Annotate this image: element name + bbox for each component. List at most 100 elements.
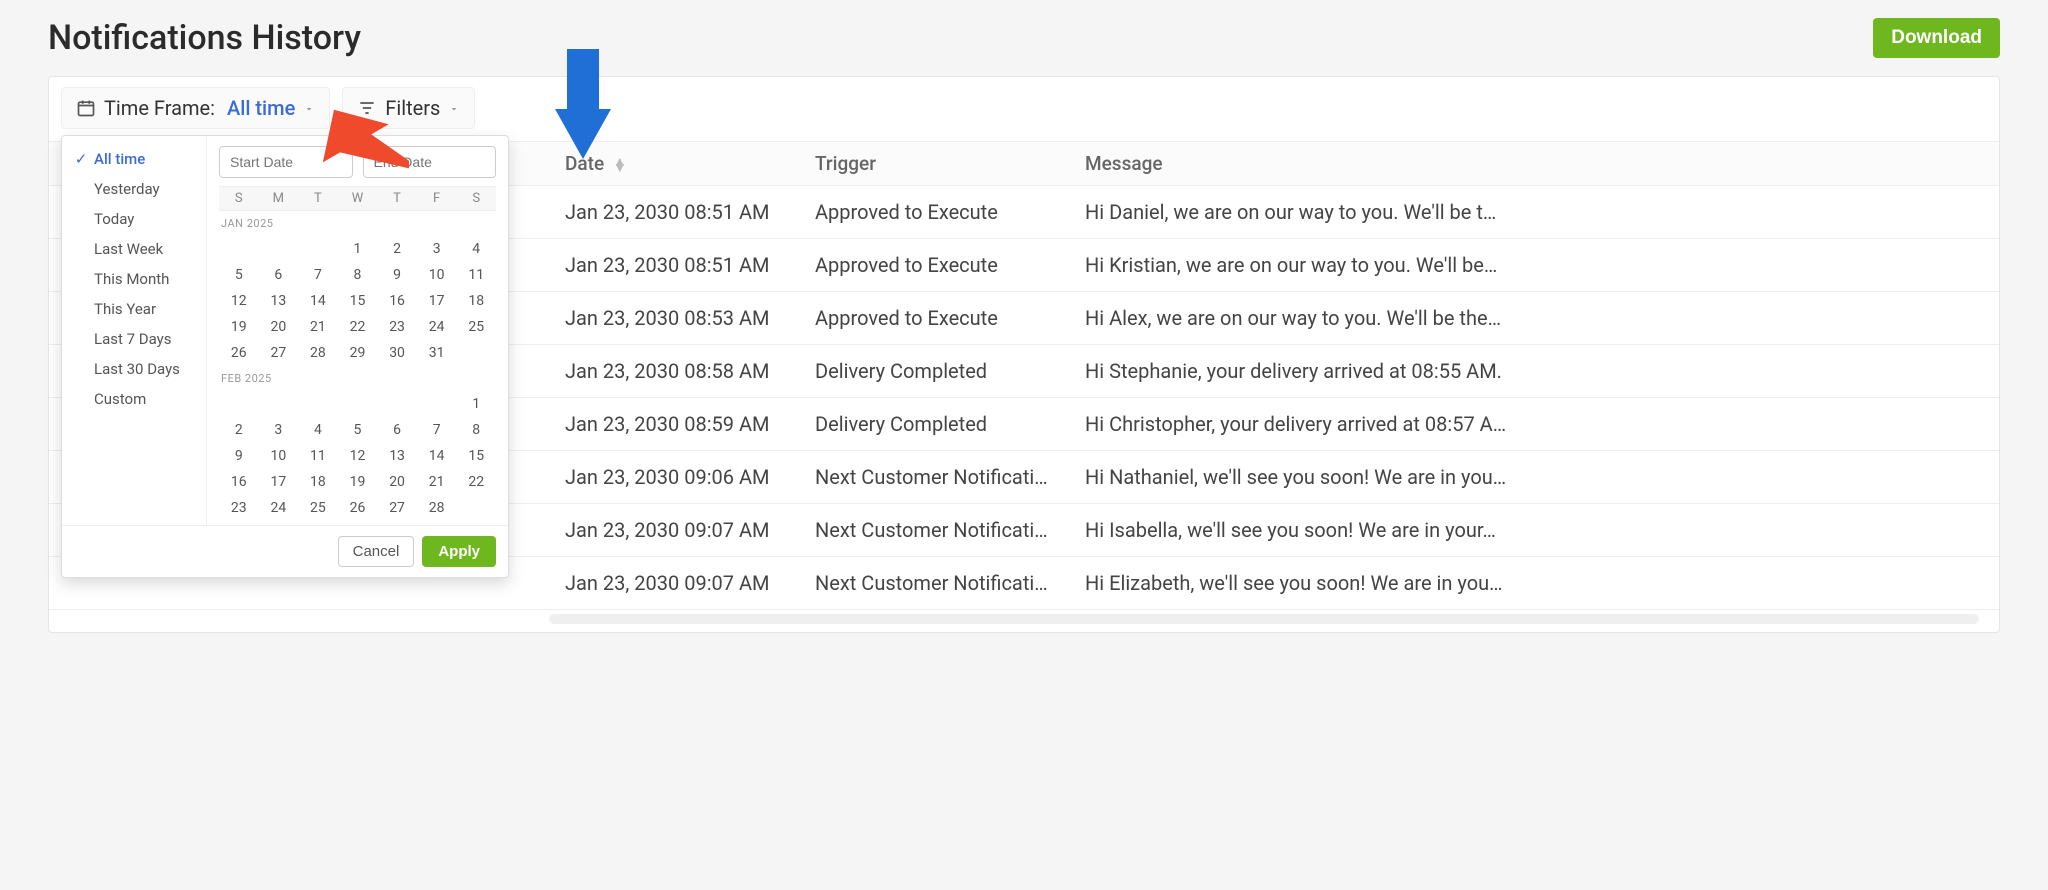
calendar-day[interactable]: 10 bbox=[417, 262, 457, 288]
timeframe-value: All time bbox=[227, 96, 295, 120]
calendar-day[interactable]: 30 bbox=[377, 340, 417, 366]
preset-item[interactable]: Last Week bbox=[62, 234, 206, 264]
preset-label: Last 30 Days bbox=[94, 360, 180, 378]
calendar-day[interactable]: 24 bbox=[259, 495, 299, 521]
calendar-icon bbox=[76, 98, 96, 118]
notifications-card: Time Frame: All time Filters bbox=[48, 76, 2000, 633]
month1-label: JAN 2025 bbox=[219, 211, 496, 236]
calendar-day[interactable]: 10 bbox=[259, 443, 299, 469]
calendar-day[interactable]: 3 bbox=[259, 417, 299, 443]
start-date-input[interactable] bbox=[219, 146, 353, 178]
calendar-day[interactable]: 2 bbox=[219, 417, 259, 443]
calendar-day[interactable]: 6 bbox=[377, 417, 417, 443]
calendar-day[interactable]: 7 bbox=[298, 262, 338, 288]
calendar-day[interactable]: 9 bbox=[219, 443, 259, 469]
calendar-day[interactable]: 1 bbox=[456, 391, 496, 417]
col-date-header[interactable]: Date ▲▼ bbox=[549, 142, 799, 186]
download-button[interactable]: Download bbox=[1873, 18, 2000, 58]
calendar-day[interactable]: 28 bbox=[417, 495, 457, 521]
filters-label: Filters bbox=[385, 96, 440, 120]
horizontal-scrollbar[interactable] bbox=[549, 614, 1979, 624]
calendar-day[interactable]: 13 bbox=[259, 288, 299, 314]
end-date-input[interactable] bbox=[363, 146, 497, 178]
timeframe-chip[interactable]: Time Frame: All time bbox=[61, 87, 330, 129]
cell-date: Jan 23, 2030 08:59 AM bbox=[549, 398, 799, 451]
calendar-day[interactable]: 23 bbox=[219, 495, 259, 521]
calendar-day[interactable]: 13 bbox=[377, 443, 417, 469]
preset-item[interactable]: This Month bbox=[62, 264, 206, 294]
cell-message: Hi Isabella, we'll see you soon! We are … bbox=[1069, 504, 1999, 557]
calendar-day[interactable]: 20 bbox=[259, 314, 299, 340]
preset-label: This Month bbox=[94, 270, 169, 288]
calendar-day[interactable]: 12 bbox=[338, 443, 378, 469]
preset-label: All time bbox=[94, 150, 145, 168]
calendar-day[interactable]: 3 bbox=[417, 236, 457, 262]
calendar-day[interactable]: 28 bbox=[298, 340, 338, 366]
calendar-day[interactable]: 18 bbox=[298, 469, 338, 495]
calendar-day[interactable]: 16 bbox=[377, 288, 417, 314]
cell-trigger: Approved to Execute bbox=[799, 239, 1069, 292]
calendar-month2: 1234567891011121314151617181920212223242… bbox=[219, 391, 496, 521]
calendar-day[interactable]: 5 bbox=[219, 262, 259, 288]
calendar-day[interactable]: 26 bbox=[338, 495, 378, 521]
col-message-header[interactable]: Message bbox=[1069, 142, 1999, 186]
calendar-day[interactable]: 15 bbox=[456, 443, 496, 469]
calendar-day[interactable]: 12 bbox=[219, 288, 259, 314]
calendar-day[interactable]: 4 bbox=[456, 236, 496, 262]
cell-date: Jan 23, 2030 09:06 AM bbox=[549, 451, 799, 504]
calendar-day[interactable]: 26 bbox=[219, 340, 259, 366]
calendar-day[interactable]: 5 bbox=[338, 417, 378, 443]
calendar-day[interactable]: 6 bbox=[259, 262, 299, 288]
calendar-day[interactable]: 11 bbox=[456, 262, 496, 288]
preset-item[interactable]: This Year bbox=[62, 294, 206, 324]
calendar-day[interactable]: 22 bbox=[456, 469, 496, 495]
calendar-day[interactable]: 29 bbox=[338, 340, 378, 366]
calendar-day[interactable]: 27 bbox=[377, 495, 417, 521]
calendar-day[interactable]: 31 bbox=[417, 340, 457, 366]
apply-button[interactable]: Apply bbox=[422, 536, 496, 567]
calendar-day[interactable]: 8 bbox=[456, 417, 496, 443]
calendar-day[interactable]: 17 bbox=[417, 288, 457, 314]
calendar-day[interactable]: 19 bbox=[338, 469, 378, 495]
calendar-day[interactable]: 4 bbox=[298, 417, 338, 443]
calendar-day[interactable]: 15 bbox=[338, 288, 378, 314]
calendar-day[interactable]: 17 bbox=[259, 469, 299, 495]
filters-chip[interactable]: Filters bbox=[342, 87, 475, 129]
calendar-day[interactable]: 20 bbox=[377, 469, 417, 495]
calendar-day[interactable]: 14 bbox=[417, 443, 457, 469]
calendar-day[interactable]: 25 bbox=[456, 314, 496, 340]
calendar-day[interactable]: 18 bbox=[456, 288, 496, 314]
calendar-day[interactable]: 16 bbox=[219, 469, 259, 495]
preset-label: Last Week bbox=[94, 240, 163, 258]
cell-trigger: Next Customer Notification bbox=[799, 504, 1069, 557]
calendar-day[interactable]: 14 bbox=[298, 288, 338, 314]
calendar-day[interactable]: 25 bbox=[298, 495, 338, 521]
calendar-day[interactable]: 22 bbox=[338, 314, 378, 340]
calendar-day[interactable]: 24 bbox=[417, 314, 457, 340]
calendar-day[interactable]: 21 bbox=[417, 469, 457, 495]
cancel-button[interactable]: Cancel bbox=[338, 536, 415, 567]
calendar-day[interactable]: 9 bbox=[377, 262, 417, 288]
col-trigger-header[interactable]: Trigger bbox=[799, 142, 1069, 186]
preset-item[interactable]: Today bbox=[62, 204, 206, 234]
preset-label: Yesterday bbox=[94, 180, 160, 198]
preset-item[interactable]: ✓All time bbox=[62, 144, 206, 174]
sort-icon: ▲▼ bbox=[613, 159, 627, 171]
preset-item[interactable]: Yesterday bbox=[62, 174, 206, 204]
cell-message: Hi Nathaniel, we'll see you soon! We are… bbox=[1069, 451, 1999, 504]
cell-trigger: Next Customer Notification bbox=[799, 451, 1069, 504]
calendar-day[interactable]: 11 bbox=[298, 443, 338, 469]
calendar-day[interactable]: 7 bbox=[417, 417, 457, 443]
calendar-day[interactable]: 19 bbox=[219, 314, 259, 340]
calendar-day[interactable]: 21 bbox=[298, 314, 338, 340]
preset-list: ✓All time Yesterday Today Last Week This Mon… bbox=[62, 136, 207, 525]
calendar-day[interactable]: 8 bbox=[338, 262, 378, 288]
month2-label: FEB 2025 bbox=[219, 366, 496, 391]
calendar-day[interactable]: 23 bbox=[377, 314, 417, 340]
preset-item[interactable]: Custom bbox=[62, 384, 206, 414]
calendar-day[interactable]: 27 bbox=[259, 340, 299, 366]
preset-item[interactable]: Last 7 Days bbox=[62, 324, 206, 354]
calendar-day[interactable]: 2 bbox=[377, 236, 417, 262]
preset-item[interactable]: Last 30 Days bbox=[62, 354, 206, 384]
calendar-day[interactable]: 1 bbox=[338, 236, 378, 262]
